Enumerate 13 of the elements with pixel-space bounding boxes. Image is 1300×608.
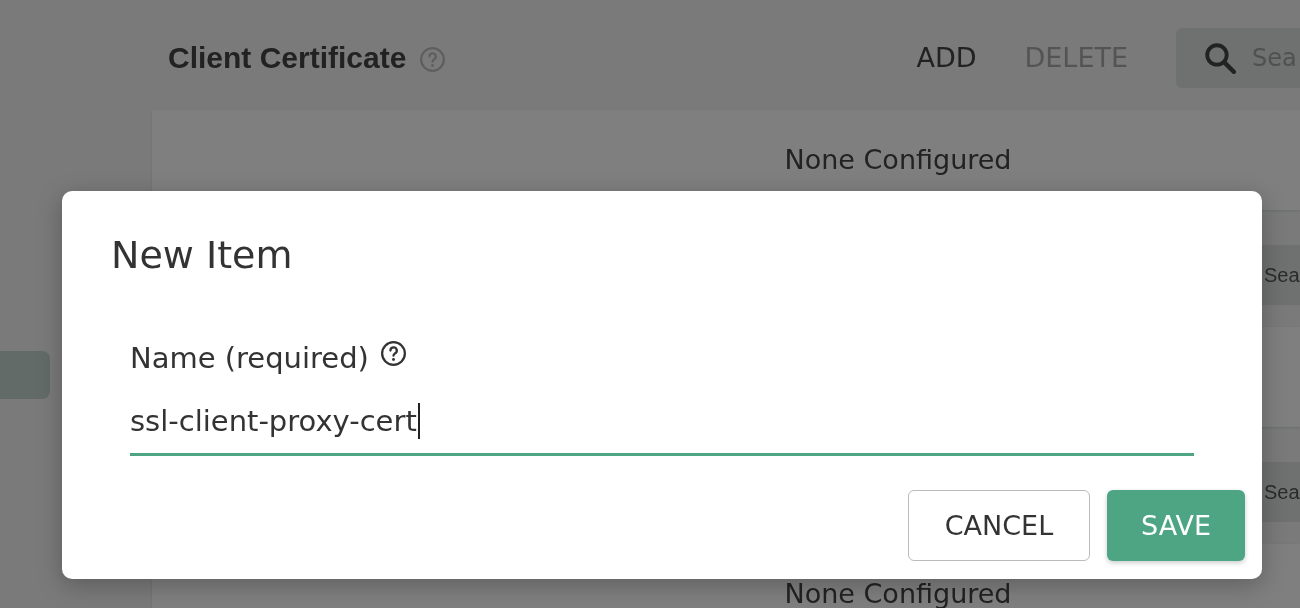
help-icon[interactable] bbox=[380, 340, 406, 366]
text-cursor bbox=[417, 403, 420, 439]
search-icon bbox=[1205, 42, 1236, 74]
add-button[interactable]: ADD bbox=[916, 41, 977, 75]
field-label: Name (required) bbox=[130, 341, 369, 375]
cancel-button[interactable]: CANCEL bbox=[908, 490, 1090, 561]
save-button[interactable]: SAVE bbox=[1107, 490, 1245, 561]
empty-message: None Configured bbox=[784, 580, 1012, 608]
dialog-title: New Item bbox=[111, 233, 293, 277]
section-title: Client Certificate bbox=[168, 41, 407, 75]
name-input-field[interactable]: ssl-client-proxy-cert bbox=[130, 403, 1194, 456]
sidebar-item[interactable] bbox=[0, 351, 50, 399]
empty-message: None Configured bbox=[784, 146, 1012, 174]
